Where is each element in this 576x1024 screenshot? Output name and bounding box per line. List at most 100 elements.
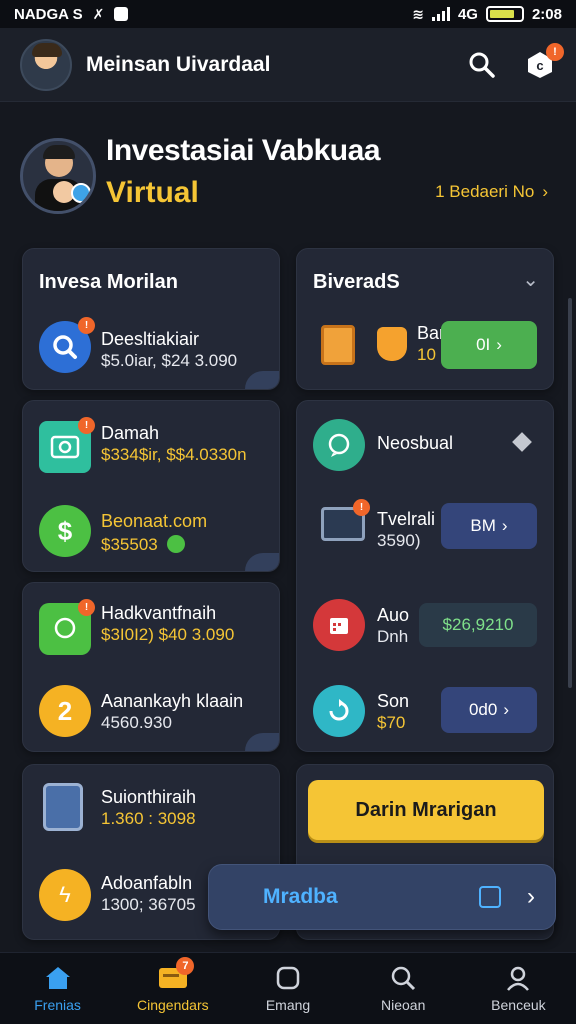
bottom-tab-bar: Frenias 7 Cingendars Emang Nieoan Benceu…: [0, 952, 576, 1024]
tab-search[interactable]: Nieoan: [346, 953, 461, 1024]
card-invesa[interactable]: Invesa Morilan ! Deesltiakiair $5.0iar, …: [22, 248, 280, 390]
row-amount: Dnh: [377, 627, 409, 646]
battery-icon: [485, 6, 524, 22]
shield-icon: [377, 327, 407, 361]
gear-coin-icon: 2: [39, 685, 91, 737]
hero-subtitle: Virtual: [106, 176, 199, 209]
calculator-icon: [43, 783, 83, 831]
square-icon: [276, 966, 300, 989]
action-button-label: 0I: [476, 335, 491, 354]
edit-icon[interactable]: [479, 886, 501, 908]
row-title: Tvelrali: [377, 509, 436, 529]
settings-button[interactable]: c !: [524, 42, 564, 81]
hero-link[interactable]: 1 Bedaeri No ›: [435, 182, 548, 202]
card-title: Invesa Morilan: [39, 271, 178, 293]
row-title: Son: [377, 691, 410, 711]
home-icon: [45, 966, 70, 989]
tab-calendars[interactable]: 7 Cingendars: [115, 953, 230, 1024]
hero-link-label: 1 Bedaeri No: [435, 182, 535, 201]
user-icon: [507, 966, 530, 991]
row-amount: 1.360 : 3098: [101, 809, 196, 828]
row-title: Suionthiraih: [101, 787, 197, 807]
tab-label: Benceuk: [491, 996, 546, 1013]
tab-profile[interactable]: Benceuk: [461, 953, 576, 1024]
calendar-chart-icon: [321, 325, 355, 365]
status-bar: NADGA S ✗ ≋ 4G 2:08: [0, 0, 576, 28]
card-title: Neosbual: [377, 433, 454, 453]
row-amount: 10: [417, 345, 436, 364]
dollar-icon: $: [39, 505, 91, 557]
profile-avatar[interactable]: [20, 38, 72, 91]
tab-home[interactable]: Frenias: [0, 953, 115, 1024]
row-amount: $3I0I2) $40 3.090: [101, 625, 235, 644]
search-button[interactable]: [466, 49, 498, 81]
card-neosbual[interactable]: Neosbual ! Tvelrali 3590) BM › Auo Dnh $2…: [296, 400, 554, 752]
app-bar: Meinsan Uivardaal c !: [0, 28, 576, 102]
search-icon: [391, 966, 416, 990]
gear-lightning-icon: ϟ: [39, 869, 91, 921]
row-amount: $35503: [101, 535, 158, 554]
card-hadkvant[interactable]: ! Hadkvantfnaih $3I0I2) $40 3.090 2 Aana…: [22, 582, 280, 752]
tab-badge: 7: [176, 957, 195, 975]
tab-label: Cingendars: [137, 996, 209, 1013]
chevron-down-icon[interactable]: ⌄: [522, 267, 539, 292]
card-biverads[interactable]: BiveradS ⌄ Barama 10 0I›: [296, 248, 554, 390]
primary-cta-button[interactable]: Darin Mrarigan: [308, 780, 544, 840]
network-type: 4G: [457, 5, 478, 23]
row-title: Auo: [377, 605, 410, 625]
row-amount: 1300; 36705: [101, 895, 196, 914]
verified-icon: [71, 183, 91, 203]
row-title: Damah: [101, 423, 160, 443]
row-title: Beonaat.com: [101, 511, 208, 531]
search-badge-icon: !: [39, 317, 95, 373]
action-button[interactable]: 0I ›: [441, 321, 537, 369]
message-icon: !: [39, 599, 95, 655]
chevron-right-icon: ›: [542, 182, 548, 201]
row-title: Deesltiakiair: [101, 329, 200, 349]
app-title: Meinsan Uivardaal: [86, 52, 271, 76]
notification-icon: ✗: [92, 5, 105, 22]
floating-action-bar[interactable]: Mradba ›: [208, 864, 556, 930]
row-amount: 4560.930: [101, 713, 172, 732]
tab-label: Frenias: [34, 996, 81, 1013]
signal-icon: [431, 7, 450, 21]
row-title: Adoanfabln: [101, 873, 193, 893]
clock: 2:08: [531, 5, 562, 23]
chat-icon: [313, 419, 365, 471]
action-button[interactable]: BM ›: [441, 503, 537, 549]
diamond-icon: [512, 432, 532, 452]
user-avatar[interactable]: [20, 138, 96, 214]
floating-label: Mradba: [263, 885, 338, 908]
chevron-right-icon: ›: [496, 335, 502, 354]
amount-button[interactable]: $26,9210: [419, 603, 537, 647]
action-button[interactable]: 0d0 ›: [441, 687, 537, 733]
row-title: Hadkvantfnaih: [101, 603, 217, 623]
notification-badge: !: [546, 42, 564, 61]
hero-title: Investasiai Vabkuaa: [106, 134, 381, 167]
row-amount: $334$ir, $$4.0330n: [101, 445, 247, 464]
row-title: Aanankayh klaain: [101, 691, 244, 711]
search-icon: [469, 52, 495, 78]
row-amount: $70: [377, 713, 406, 732]
check-icon: [167, 535, 185, 553]
calendar-icon: [313, 599, 365, 651]
tab-emang[interactable]: Emang: [230, 953, 345, 1024]
hero-section: Investasiai Vabkuaa Virtual 1 Bedaeri No…: [20, 130, 556, 230]
row-amount: 3590): [377, 531, 421, 550]
scrollbar[interactable]: [568, 298, 572, 688]
card-damah[interactable]: ! Damah $334$ir, $$4.0330n $ Beonaat.com…: [22, 400, 280, 572]
refresh-icon: [313, 685, 365, 737]
svg-text:c: c: [536, 58, 543, 73]
chevron-right-icon: ›: [503, 700, 510, 719]
chevron-right-icon: ›: [501, 516, 508, 535]
card-title: BiveradS: [313, 271, 400, 293]
action-button-label: 0d0: [468, 700, 498, 719]
tab-label: Emang: [265, 996, 311, 1013]
tab-label: Nieoan: [381, 996, 426, 1013]
photo-icon: !: [39, 417, 95, 473]
wifi-icon: ≋: [412, 5, 424, 22]
app-notification-icon: [114, 7, 129, 21]
row-amount: $5.0iar, $24 3.090: [101, 351, 238, 370]
chevron-right-icon[interactable]: ›: [527, 883, 535, 911]
action-button-label: BM: [470, 516, 496, 535]
